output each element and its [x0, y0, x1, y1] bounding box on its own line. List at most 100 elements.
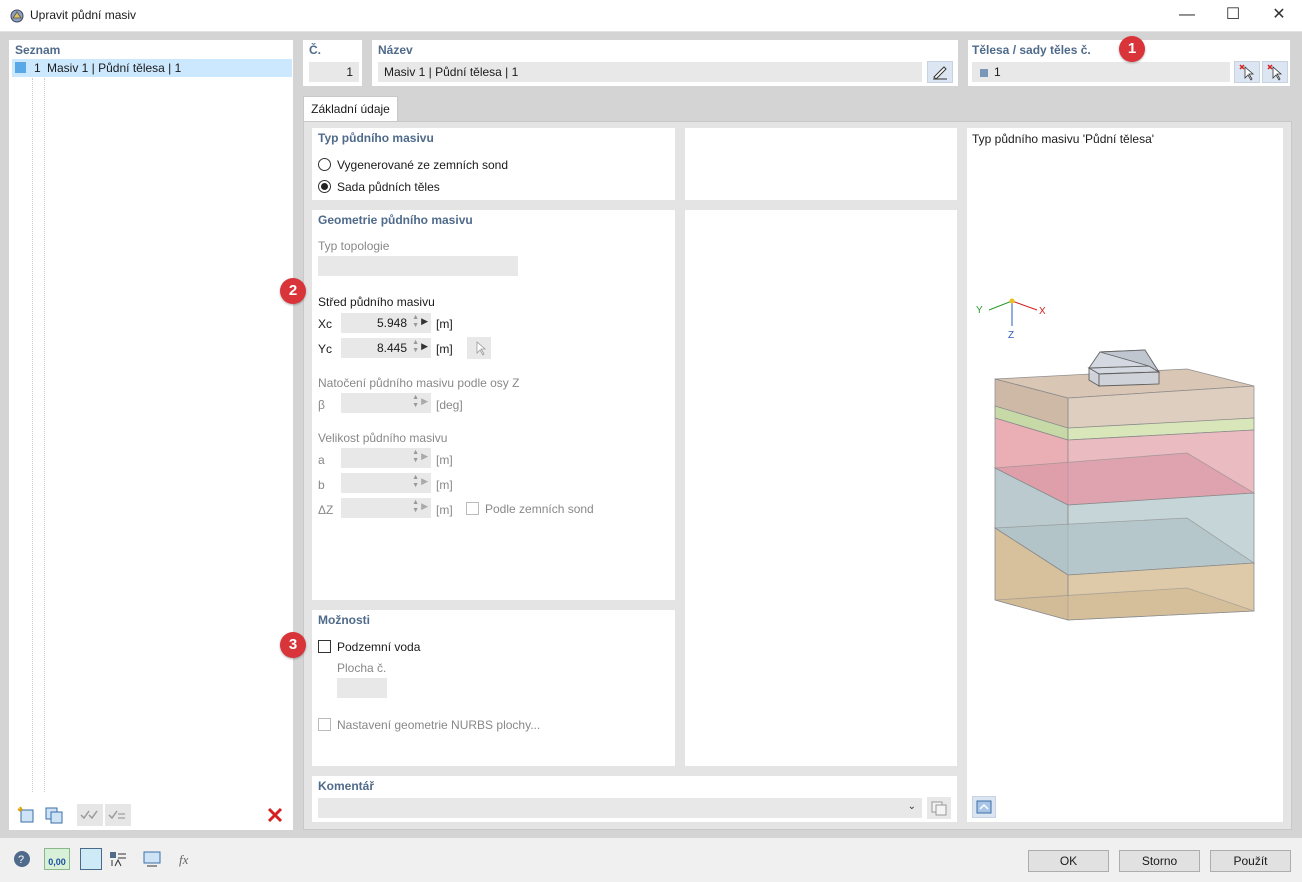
rotation-label: Natočení půdního masivu podle osy Z	[318, 376, 520, 390]
arrow-right-icon[interactable]: ▶	[421, 501, 428, 512]
options-panel: Možnosti Podzemní voda Plocha č. Nastave…	[312, 610, 675, 766]
ok-button[interactable]: OK	[1028, 850, 1109, 872]
edit-name-button[interactable]	[927, 61, 953, 83]
display-icon[interactable]	[139, 848, 165, 870]
nurbs-checkbox[interactable]	[318, 718, 331, 731]
minimize-button[interactable]: —	[1164, 0, 1210, 32]
view-options-button[interactable]	[972, 796, 996, 818]
color-swatch	[15, 62, 26, 73]
groundwater-checkbox[interactable]	[318, 640, 331, 653]
tree-line	[32, 78, 33, 792]
yc-value: 8.445	[376, 341, 407, 355]
color-icon[interactable]	[80, 848, 102, 870]
beta-label: β	[318, 398, 325, 412]
formula-icon[interactable]: fx	[174, 848, 200, 870]
list-item[interactable]: 1 Masiv 1 | Půdní tělesa | 1	[12, 59, 292, 77]
maximize-button[interactable]: ☐	[1210, 0, 1256, 32]
topology-select[interactable]	[318, 256, 518, 276]
radio-boreholes[interactable]	[318, 158, 331, 171]
soil-massif-3d-view[interactable]: X Y Z	[967, 128, 1283, 822]
xc-input[interactable]: 5.948 ▲ ▼ ▶	[341, 313, 431, 333]
a-unit: [m]	[436, 453, 453, 467]
comment-input[interactable]: ⌄	[318, 798, 922, 818]
name-label: Název	[378, 43, 413, 57]
svg-text:?: ?	[18, 854, 24, 866]
surface-label: Plocha č.	[337, 661, 387, 675]
list-header: Seznam	[15, 43, 61, 57]
z-axis-label: Z	[1008, 330, 1014, 341]
number-panel: Č. 1	[303, 40, 362, 86]
uncheck-all-icon[interactable]	[105, 804, 131, 826]
solids-field[interactable]: 1	[972, 62, 1230, 82]
select-solid-button[interactable]	[1234, 61, 1260, 83]
by-boreholes-label: Podle zemních sond	[485, 502, 594, 516]
close-button[interactable]: ✕	[1256, 0, 1302, 32]
number-field[interactable]: 1	[309, 62, 359, 82]
empty-panel-top	[685, 128, 957, 200]
beta-input[interactable]: ▲ ▼ ▶	[341, 393, 431, 413]
spinner-icon[interactable]: ▲ ▼	[412, 394, 419, 410]
soil-type-panel: Typ půdního masivu Vygenerované ze zemní…	[312, 128, 675, 200]
a-input[interactable]: ▲ ▼ ▶	[341, 448, 431, 468]
name-field[interactable]: Masiv 1 | Půdní tělesa | 1	[378, 62, 922, 82]
footer: ? 0,00 fx OK Storno Použít	[0, 838, 1302, 882]
a-label: a	[318, 453, 325, 467]
comment-library-button[interactable]	[927, 797, 951, 819]
spinner-icon[interactable]: ▲ ▼	[412, 339, 419, 355]
select-solid-set-button[interactable]	[1262, 61, 1288, 83]
radio-solid-set[interactable]	[318, 180, 331, 193]
solids-value: 1	[994, 65, 1001, 79]
surface-input[interactable]	[337, 678, 387, 698]
soil-type-header: Typ půdního masivu	[318, 131, 434, 145]
tab-basic-data[interactable]: Základní údaje	[303, 96, 398, 122]
radio-boreholes-label: Vygenerované ze zemních sond	[337, 158, 508, 172]
groundwater-label: Podzemní voda	[337, 640, 421, 654]
comment-panel: Komentář ⌄	[312, 776, 957, 822]
dz-input[interactable]: ▲ ▼ ▶	[341, 498, 431, 518]
arrow-right-icon[interactable]: ▶	[421, 341, 428, 352]
app-icon	[9, 8, 25, 24]
number-label: Č.	[309, 43, 321, 57]
arrow-right-icon[interactable]: ▶	[421, 451, 428, 462]
y-axis-label: Y	[976, 305, 983, 316]
model-info-icon[interactable]	[106, 848, 132, 870]
dz-unit: [m]	[436, 503, 453, 517]
new-item-icon[interactable]	[15, 804, 41, 826]
nurbs-label: Nastavení geometrie NURBS plochy...	[337, 718, 541, 732]
pick-center-button[interactable]	[467, 337, 491, 359]
x-axis-label: X	[1039, 306, 1046, 317]
callout-badge-3: 3	[280, 632, 306, 658]
soil-layers	[993, 368, 1256, 621]
spinner-icon[interactable]: ▲ ▼	[412, 474, 419, 490]
apply-button[interactable]: Použít	[1210, 850, 1291, 872]
spinner-icon[interactable]: ▲ ▼	[412, 314, 419, 330]
yc-input[interactable]: 8.445 ▲ ▼ ▶	[341, 338, 431, 358]
check-all-icon[interactable]	[77, 804, 103, 826]
copy-item-icon[interactable]	[42, 804, 68, 826]
arrow-right-icon[interactable]: ▶	[421, 316, 428, 327]
axes-icon: X Y Z	[976, 298, 1046, 341]
b-unit: [m]	[436, 478, 453, 492]
by-boreholes-checkbox[interactable]	[466, 502, 479, 515]
units-icon[interactable]: 0,00	[44, 848, 70, 870]
svg-text:fx: fx	[179, 852, 189, 867]
solid-icon	[980, 68, 988, 77]
arrow-right-icon[interactable]: ▶	[421, 396, 428, 407]
options-header: Možnosti	[318, 613, 370, 627]
help-icon[interactable]: ?	[9, 848, 35, 870]
center-label: Střed půdního masivu	[318, 295, 435, 309]
spinner-icon[interactable]: ▲ ▼	[412, 449, 419, 465]
arrow-right-icon[interactable]: ▶	[421, 476, 428, 487]
spinner-icon[interactable]: ▲ ▼	[412, 499, 419, 515]
xc-value: 5.948	[376, 316, 407, 330]
chevron-down-icon[interactable]: ⌄	[908, 801, 916, 812]
beta-unit: [deg]	[436, 398, 463, 412]
window-title: Upravit půdní masiv	[30, 8, 137, 22]
xc-label: Xc	[318, 317, 333, 331]
callout-badge-2: 2	[280, 278, 306, 304]
b-input[interactable]: ▲ ▼ ▶	[341, 473, 431, 493]
dz-label: ΔZ	[318, 503, 334, 517]
cancel-button[interactable]: Storno	[1119, 850, 1200, 872]
empty-panel-middle	[685, 210, 957, 766]
delete-icon[interactable]	[263, 804, 289, 826]
